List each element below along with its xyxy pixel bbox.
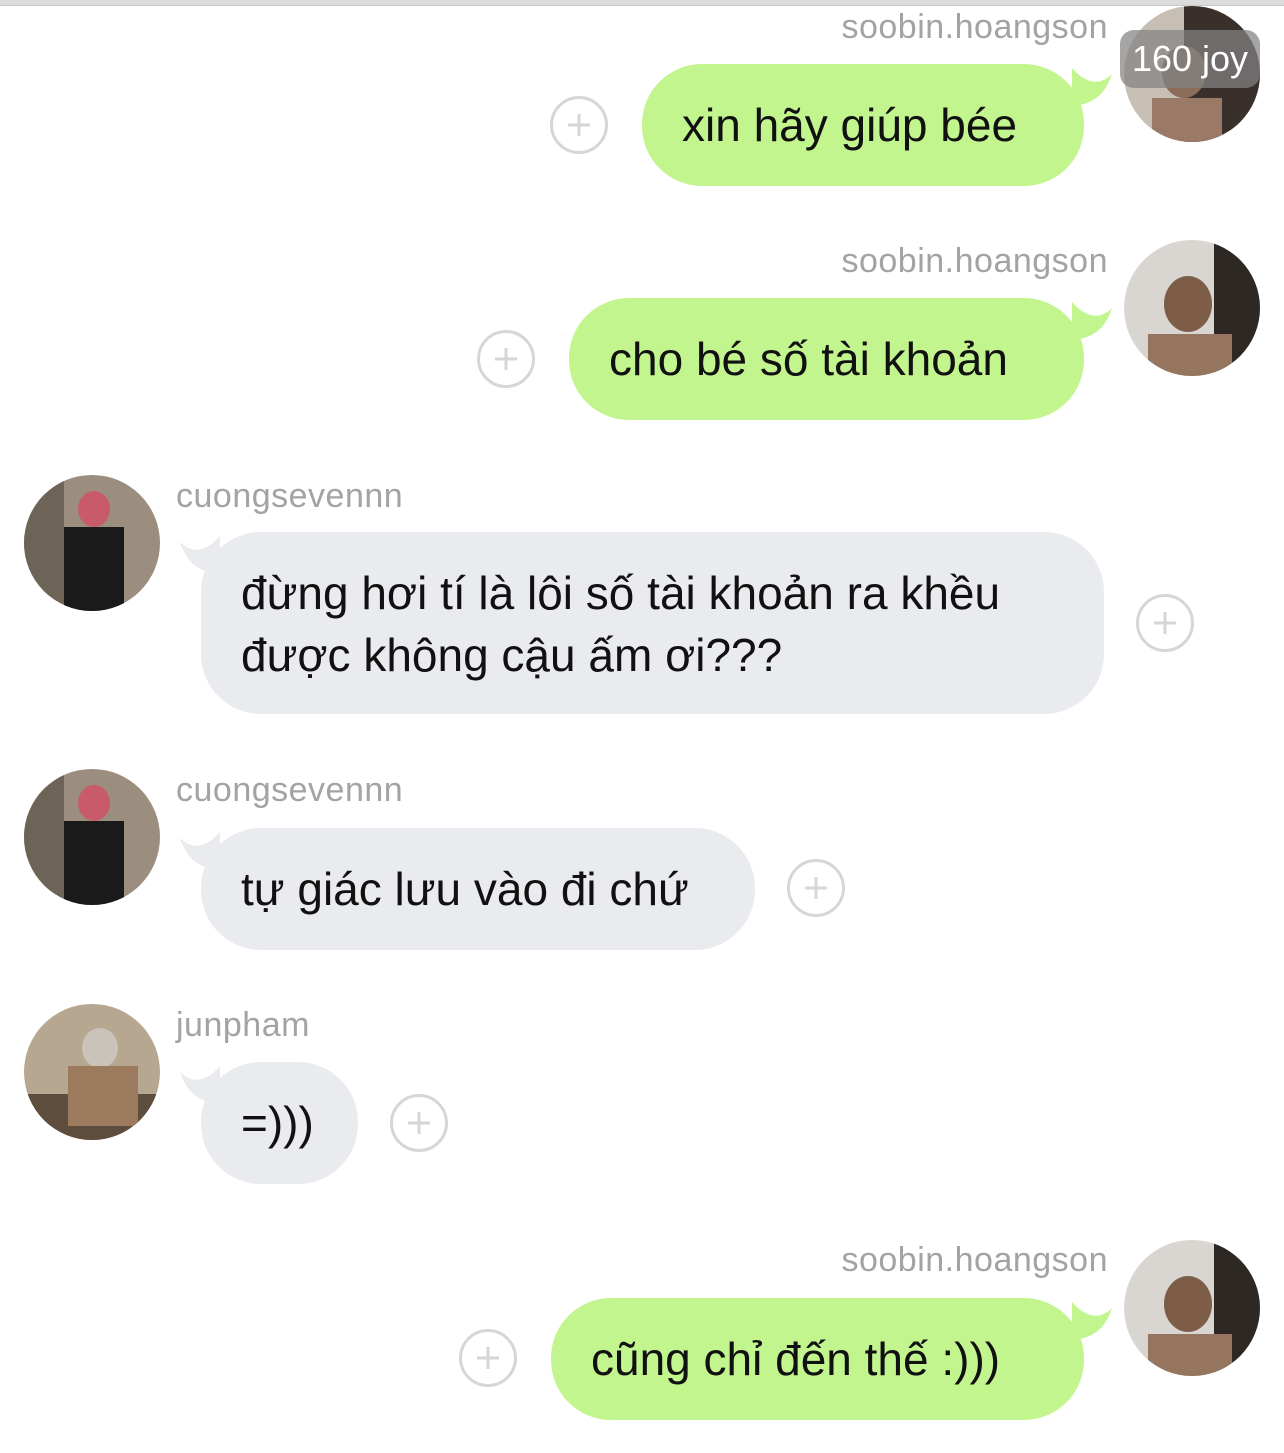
bubble-tail [1072, 298, 1118, 344]
message-bubble[interactable]: đừng hơi tí là lôi số tài khoản ra khều … [201, 532, 1104, 714]
avatar[interactable] [1124, 240, 1260, 376]
add-reaction-button[interactable] [477, 330, 535, 388]
sender-name: soobin.hoangson [841, 1241, 1108, 1279]
sender-name: junpham [176, 1006, 310, 1044]
message-text: cũng chỉ đến thế :))) [591, 1333, 1001, 1385]
plus-icon [477, 1347, 499, 1369]
joy-badge: 160 joy [1120, 30, 1260, 88]
avatar[interactable] [24, 769, 160, 905]
plus-icon [568, 114, 590, 136]
plus-icon [1154, 612, 1176, 634]
add-reaction-button[interactable] [1136, 594, 1194, 652]
message-text: cho bé số tài khoản [609, 333, 1008, 385]
message-bubble[interactable]: tự giác lưu vào đi chứ [201, 828, 755, 950]
message-text: tự giác lưu vào đi chứ [241, 863, 689, 915]
message-bubble[interactable]: =))) [201, 1062, 358, 1184]
bubble-tail [1072, 64, 1118, 110]
add-reaction-button[interactable] [787, 859, 845, 917]
message-bubble[interactable]: cho bé số tài khoản [569, 298, 1084, 420]
message-bubble[interactable]: cũng chỉ đến thế :))) [551, 1298, 1084, 1420]
plus-icon [408, 1112, 430, 1134]
sender-name: cuongsevennn [176, 771, 404, 809]
message-text: =))) [241, 1097, 314, 1149]
message-text: đừng hơi tí là lôi số tài khoản ra khều … [241, 567, 1001, 681]
sender-name: soobin.hoangson [841, 8, 1108, 46]
avatar[interactable] [24, 1004, 160, 1140]
top-divider [0, 0, 1284, 6]
sender-name: cuongsevennn [176, 477, 404, 515]
sender-name: soobin.hoangson [841, 242, 1108, 280]
plus-icon [495, 348, 517, 370]
avatar[interactable] [1124, 1240, 1260, 1376]
message-bubble[interactable]: xin hãy giúp bée [642, 64, 1084, 186]
add-reaction-button[interactable] [390, 1094, 448, 1152]
message-text: xin hãy giúp bée [682, 99, 1018, 151]
add-reaction-button[interactable] [459, 1329, 517, 1387]
add-reaction-button[interactable] [550, 96, 608, 154]
avatar[interactable] [24, 475, 160, 611]
plus-icon [805, 877, 827, 899]
bubble-tail [1072, 1298, 1118, 1344]
